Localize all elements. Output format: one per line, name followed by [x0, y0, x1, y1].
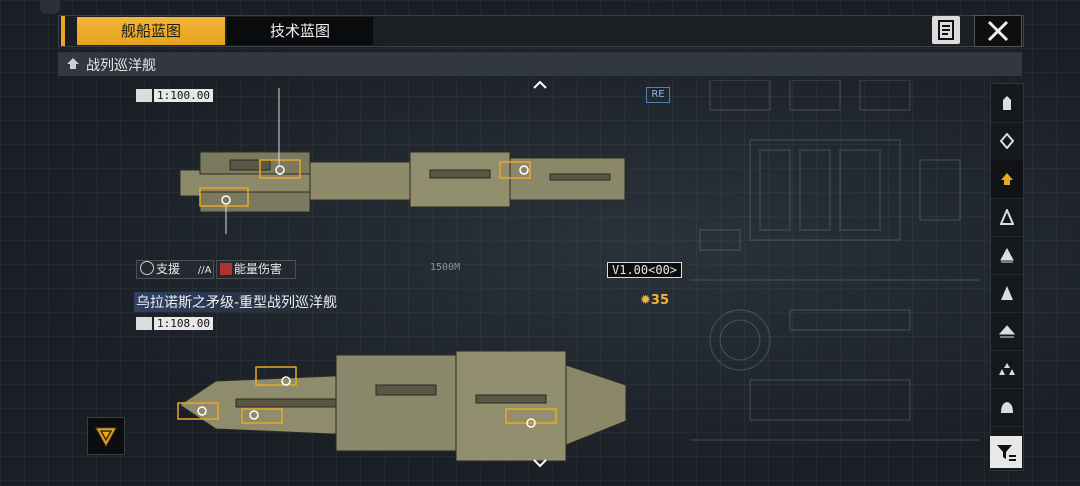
ship2-count: ✹35 [640, 293, 669, 308]
tab-tech-blueprint[interactable]: 技术蓝图 [227, 17, 373, 45]
chevron-up-icon[interactable] [532, 80, 548, 90]
triangle-down-icon [95, 427, 117, 448]
tab-bar-accent [61, 16, 65, 46]
document-button[interactable] [932, 16, 960, 44]
sidebar-item-destroyer[interactable] [991, 122, 1023, 161]
damage-tag: 能量伤害 [216, 260, 296, 279]
corvette-icon [999, 325, 1015, 338]
cruiser-icon [1000, 209, 1014, 225]
battleship-icon [1001, 286, 1013, 300]
tab-ship-blueprint[interactable]: 舰船蓝图 [77, 17, 225, 45]
ship1-length-label: 1500M [430, 262, 461, 273]
sidebar-item-carrier[interactable] [991, 236, 1023, 275]
chevron-down-icon[interactable] [532, 458, 548, 468]
frigate-icon [1003, 96, 1011, 110]
blueprint-schematic [690, 80, 980, 441]
category-header: 战列巡洋舰 [58, 52, 1022, 76]
sidebar-item-cruiser[interactable] [991, 198, 1023, 237]
top-pull-tab[interactable] [40, 0, 60, 14]
ship2-scale: 1:108.00 [136, 316, 213, 331]
gear-icon: ✹ [640, 293, 651, 308]
ruler-icon [136, 317, 152, 330]
sidebar-item-station[interactable] [991, 388, 1023, 427]
station-icon [1001, 402, 1013, 413]
ship1-callout-lines [225, 88, 280, 234]
close-button[interactable] [974, 15, 1022, 47]
expand-menu-button[interactable] [87, 417, 125, 455]
ship1-version: V1.00<00> [607, 262, 683, 278]
document-icon [938, 20, 954, 40]
close-icon [987, 20, 1009, 42]
sidebar-item-corvette[interactable] [991, 312, 1023, 351]
category-title: 战列巡洋舰 [86, 58, 156, 74]
ship2-scale-value: 1:108.00 [154, 317, 213, 330]
filter-icon [997, 445, 1016, 461]
support-icon [140, 261, 154, 275]
ship2-model[interactable] [176, 345, 632, 465]
role-tag: 支援 //A [136, 260, 214, 279]
sidebar-item-fighter[interactable] [991, 350, 1023, 389]
sidebar-item-battlecruiser[interactable] [991, 160, 1023, 199]
battlecruiser-icon [1001, 173, 1013, 185]
ship1-badge: RE [646, 87, 670, 103]
sidebar-item-battleship[interactable] [991, 274, 1023, 313]
sidebar-item-frigate[interactable] [991, 84, 1023, 123]
ruler-icon [136, 89, 152, 102]
ship1-scale: 1:100.00 [136, 88, 213, 103]
ship2-name[interactable]: 乌拉诺斯之矛级-重型战列巡洋舰 [134, 292, 344, 312]
blueprint-tab-bar: 舰船蓝图 技术蓝图 [58, 15, 1024, 47]
battlecruiser-icon [67, 58, 79, 69]
energy-damage-icon [220, 263, 232, 275]
ship-class-sidebar [990, 83, 1024, 471]
filter-button[interactable] [990, 436, 1022, 468]
ship1-scale-value: 1:100.00 [154, 89, 213, 102]
fighter-icon [999, 363, 1015, 375]
carrier-icon [1000, 247, 1014, 263]
destroyer-icon [1000, 133, 1014, 149]
